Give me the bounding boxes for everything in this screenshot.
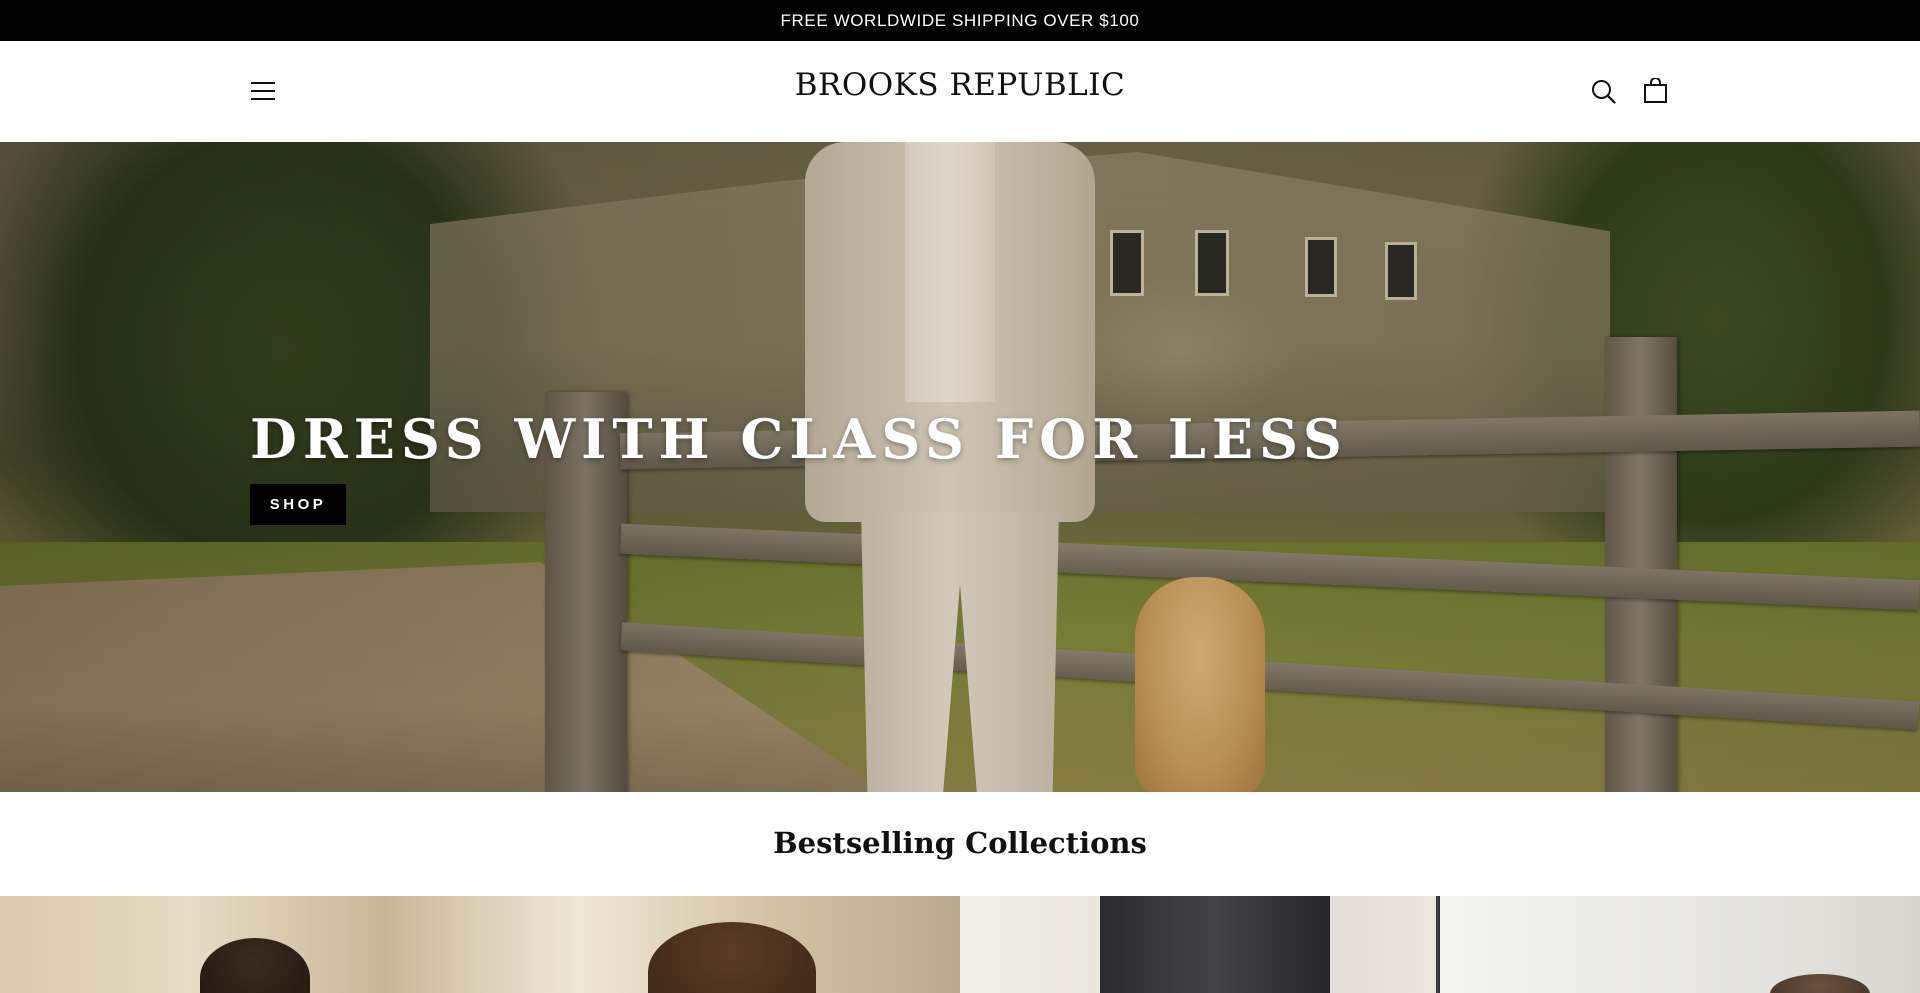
collection-card[interactable]	[0, 896, 960, 993]
site-logo-wrap: BROOKS REPUBLIC	[0, 67, 1920, 103]
menu-button[interactable]	[250, 80, 276, 102]
collection-image-model-head	[200, 938, 310, 993]
hamburger-menu-icon	[251, 82, 275, 100]
collection-card[interactable]	[960, 896, 1440, 993]
hero-banner: DRESS WITH CLASS FOR LESS SHOP	[0, 142, 1920, 792]
search-icon	[1592, 80, 1616, 104]
collections-grid	[0, 896, 1920, 993]
collection-image-model-head	[648, 922, 816, 993]
collection-image-trousers	[1100, 896, 1330, 993]
shop-button[interactable]: SHOP	[250, 484, 346, 525]
site-header: BROOKS REPUBLIC	[0, 41, 1920, 142]
collection-image-model-head	[1770, 974, 1870, 993]
bestselling-collections-title: Bestselling Collections	[773, 826, 1147, 860]
shopping-bag-icon	[1644, 77, 1667, 103]
announcement-text: FREE WORLDWIDE SHIPPING OVER $100	[780, 10, 1140, 30]
search-button[interactable]	[1591, 79, 1616, 104]
collection-card[interactable]	[1440, 896, 1920, 993]
announcement-bar: FREE WORLDWIDE SHIPPING OVER $100	[0, 0, 1920, 41]
site-logo[interactable]: BROOKS REPUBLIC	[795, 67, 1125, 103]
hero-headline: DRESS WITH CLASS FOR LESS	[250, 407, 1348, 471]
cart-button[interactable]	[1643, 77, 1668, 104]
